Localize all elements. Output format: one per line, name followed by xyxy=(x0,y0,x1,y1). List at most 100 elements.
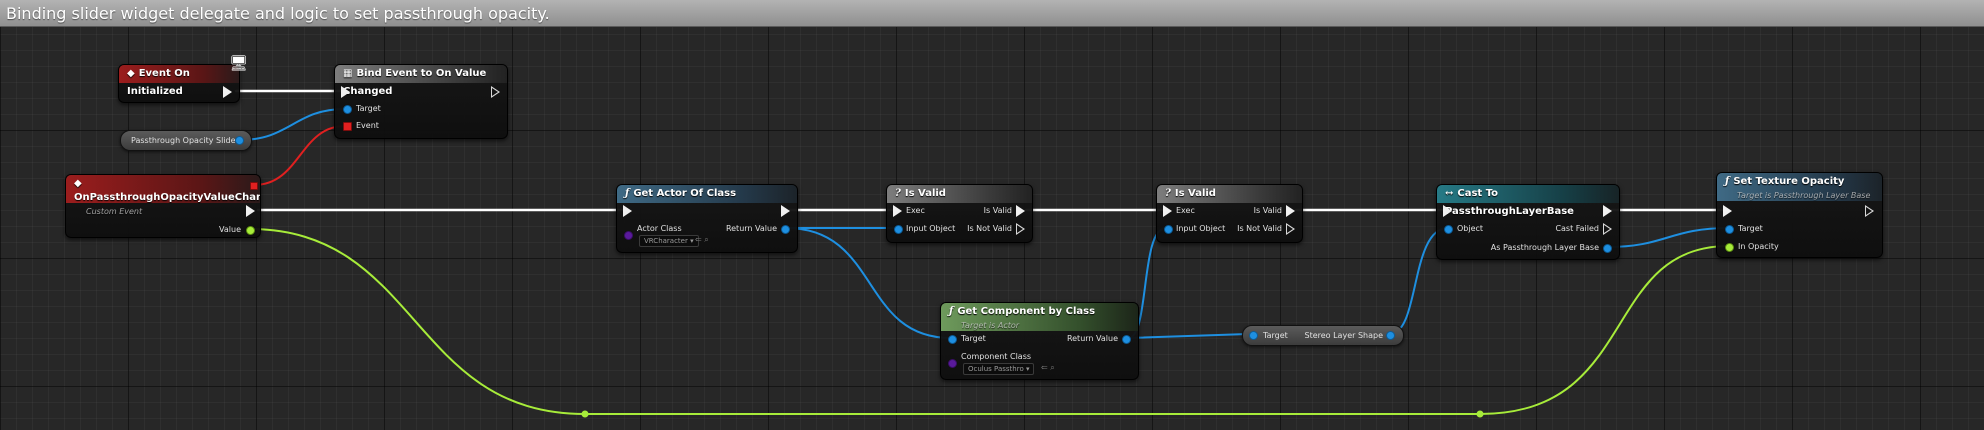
set-texture-opacity-node[interactable]: ƒ Set Texture Opacity Target is Passthroug… xyxy=(1716,172,1883,258)
target-pin[interactable] xyxy=(1249,331,1258,340)
exec-label: Exec xyxy=(1176,206,1195,215)
custom-event-node[interactable]: ◆OnPassthroughOpacityValueChangedCustom … xyxy=(65,174,261,238)
actor-class-label: Actor Class xyxy=(637,224,682,233)
event-on-initialized-node[interactable]: ◆ Event On Initialized xyxy=(118,64,240,103)
exec-out-pin[interactable] xyxy=(491,86,500,98)
bind-event-node[interactable]: ▦ Bind Event to On Value Changed Target E… xyxy=(334,64,508,139)
exec-out-pin[interactable] xyxy=(781,205,790,217)
exec-in-pin[interactable] xyxy=(1163,205,1172,217)
target-label: Target xyxy=(1263,331,1288,340)
is-valid-exec-out[interactable] xyxy=(1286,205,1295,217)
return-value-label: Return Value xyxy=(725,224,777,233)
get-component-by-class-node[interactable]: ƒ Get Component by Class Target is Actor T… xyxy=(940,302,1139,380)
function-f-icon: ƒ xyxy=(949,306,954,317)
grid-icon: ▦ xyxy=(343,68,353,79)
node-subtitle: Target is Passthrough Layer Base xyxy=(1737,191,1871,200)
node-header: ◆ Event On Initialized xyxy=(119,65,239,97)
exec-in-pin[interactable] xyxy=(623,205,632,217)
wire-reroute-knot-left[interactable] xyxy=(581,410,589,418)
cast-to-passthrough-layer-base-node[interactable]: ↔ Cast To PassthroughLayerBase Object Cas… xyxy=(1436,184,1620,260)
component-class-pin[interactable] xyxy=(948,359,957,368)
input-object-pin[interactable] xyxy=(894,225,903,234)
return-value-pin[interactable] xyxy=(781,225,790,234)
node-header: ƒ Set Texture Opacity Target is Passthroug… xyxy=(1717,173,1882,201)
cast-failed-exec-out[interactable] xyxy=(1603,223,1612,235)
monitor-icon: 🖥 xyxy=(229,54,249,72)
event-pin[interactable] xyxy=(343,122,352,131)
wire-reroute-knot-right[interactable] xyxy=(1476,410,1484,418)
diamond-icon: ◆ xyxy=(74,178,82,189)
value-label: Value xyxy=(219,225,241,234)
is-valid-node-2[interactable]: ? Is Valid Exec Is Valid Input Object Is … xyxy=(1156,184,1303,243)
in-opacity-pin[interactable] xyxy=(1725,243,1734,252)
question-icon: ? xyxy=(1165,188,1171,199)
target-pin[interactable] xyxy=(1725,225,1734,234)
is-valid-node-1[interactable]: ? Is Valid Exec Is Valid Input Object Is … xyxy=(886,184,1033,243)
is-not-valid-label: Is Not Valid xyxy=(967,224,1012,233)
variable-out-pin[interactable] xyxy=(235,136,244,145)
component-class-label: Component Class xyxy=(961,352,1032,361)
node-header: ? Is Valid xyxy=(887,185,1032,203)
component-class-dropdown[interactable]: Oculus Passthro ▾ xyxy=(963,363,1035,375)
browse-icon[interactable]: ⇐ ⌕ xyxy=(695,235,709,245)
input-object-pin[interactable] xyxy=(1164,225,1173,234)
exec-in-pin[interactable] xyxy=(1443,205,1452,217)
function-f-icon: ƒ xyxy=(625,188,630,199)
actor-class-dropdown[interactable]: VRCharacter ▾ xyxy=(639,235,699,247)
stereo-layer-shape-getter[interactable]: Target Stereo Layer Shape xyxy=(1242,325,1404,346)
is-valid-label: Is Valid xyxy=(983,206,1012,215)
cast-failed-label: Cast Failed xyxy=(1555,224,1599,233)
object-wire-return-to-component-target[interactable] xyxy=(785,227,952,339)
object-pin[interactable] xyxy=(1444,225,1453,234)
exec-out-pin[interactable] xyxy=(246,205,255,217)
exec-out-pin[interactable] xyxy=(1865,205,1874,217)
target-label: Target xyxy=(356,104,381,113)
value-out-pin[interactable] xyxy=(246,226,255,235)
object-label: Object xyxy=(1457,224,1484,233)
get-actor-of-class-node[interactable]: ƒ Get Actor Of Class Actor Class VRCharac… xyxy=(616,184,798,253)
output-pin[interactable] xyxy=(1386,331,1395,340)
variable-label: Passthrough Opacity Slider xyxy=(131,136,239,145)
input-object-label: Input Object xyxy=(1176,224,1226,233)
exec-in-pin[interactable] xyxy=(341,86,350,98)
exec-out-pin[interactable] xyxy=(223,86,232,98)
passthrough-opacity-slider-variable[interactable]: Passthrough Opacity Slider xyxy=(120,130,252,151)
object-wire-component-to-stereo[interactable] xyxy=(1127,333,1249,339)
exec-in-pin[interactable] xyxy=(893,205,902,217)
event-label: Event xyxy=(356,121,379,130)
node-header: ? Is Valid xyxy=(1157,185,1302,203)
exec-out-pin[interactable] xyxy=(1603,205,1612,217)
is-not-valid-exec-out[interactable] xyxy=(1016,223,1025,235)
target-label: Target xyxy=(961,334,986,343)
node-header: ƒ Get Component by Class Target is Actor xyxy=(941,303,1138,331)
stereo-layer-shape-label: Stereo Layer Shape xyxy=(1304,331,1383,340)
target-pin[interactable] xyxy=(343,105,352,114)
node-header: ƒ Get Actor Of Class xyxy=(617,185,797,203)
node-subtitle: Target is Actor xyxy=(961,321,1020,330)
node-header: ▦ Bind Event to On Value Changed xyxy=(335,65,507,97)
is-not-valid-label: Is Not Valid xyxy=(1237,224,1282,233)
event-wire-delegate[interactable] xyxy=(253,125,346,186)
function-f-icon: ƒ xyxy=(1725,176,1730,187)
target-pin[interactable] xyxy=(948,335,957,344)
is-valid-exec-out[interactable] xyxy=(1016,205,1025,217)
is-not-valid-exec-out[interactable] xyxy=(1286,223,1295,235)
cast-arrows-icon: ↔ xyxy=(1445,188,1454,199)
in-opacity-label: In Opacity xyxy=(1738,242,1779,251)
return-value-pin[interactable] xyxy=(1122,335,1131,344)
question-icon: ? xyxy=(895,188,901,199)
node-subtitle: Custom Event xyxy=(86,207,143,216)
target-label: Target xyxy=(1738,224,1763,233)
object-wire-slider-to-target[interactable] xyxy=(239,108,346,141)
exec-in-pin[interactable] xyxy=(1723,205,1732,217)
object-wire-cast-to-set-target[interactable] xyxy=(1607,227,1730,248)
exec-label: Exec xyxy=(906,206,925,215)
actor-class-pin[interactable] xyxy=(624,231,633,240)
delegate-out-pin[interactable] xyxy=(250,182,258,190)
node-header: ◆OnPassthroughOpacityValueChangedCustom … xyxy=(66,175,260,216)
is-valid-label: Is Valid xyxy=(1253,206,1282,215)
input-object-label: Input Object xyxy=(906,224,956,233)
return-value-label: Return Value xyxy=(1066,334,1118,343)
browse-icon[interactable]: ⇐ ⌕ xyxy=(1041,363,1055,373)
as-passthrough-layer-base-pin[interactable] xyxy=(1603,244,1612,253)
